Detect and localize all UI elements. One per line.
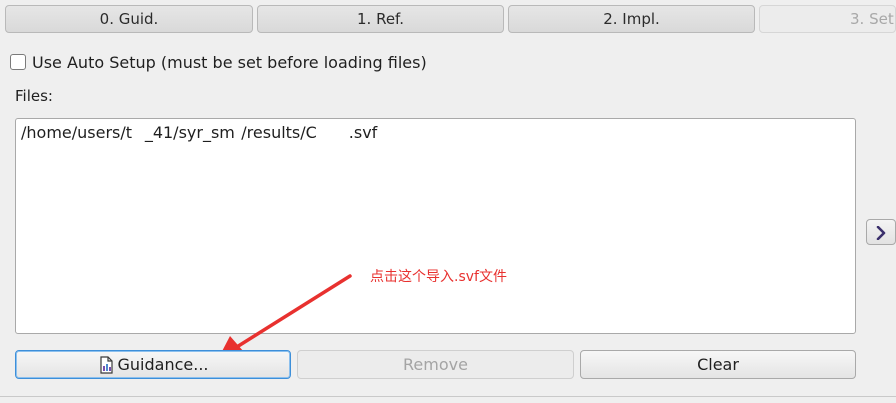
chevron-right-icon [876, 226, 886, 240]
files-label: Files: [15, 87, 53, 105]
auto-setup-panel: 0. Guid. 1. Ref. 2. Impl. 3. Set Use Aut… [0, 0, 896, 403]
tab-reference[interactable]: 1. Ref. [257, 5, 504, 33]
remove-button[interactable]: Remove [297, 350, 574, 379]
auto-setup-label[interactable]: Use Auto Setup (must be set before loadi… [32, 53, 427, 72]
remove-button-label: Remove [403, 355, 468, 374]
clear-button-label: Clear [697, 355, 739, 374]
guidance-button[interactable]: Guidance... [15, 350, 291, 379]
tab-guidance[interactable]: 0. Guid. [5, 5, 253, 33]
clear-button[interactable]: Clear [580, 350, 856, 379]
auto-setup-row: Use Auto Setup (must be set before loadi… [10, 52, 427, 72]
bottom-divider [0, 396, 896, 397]
file-list[interactable]: /home/users/t _41/syr_sm /results/C .svf [15, 118, 856, 334]
document-chart-icon [98, 355, 114, 374]
next-panel-button[interactable] [866, 219, 896, 245]
annotation-text: 点击这个导入.svf文件 [370, 269, 507, 285]
tab-implementation[interactable]: 2. Impl. [508, 5, 755, 33]
tab-setup[interactable]: 3. Set [759, 5, 896, 33]
file-list-item[interactable]: /home/users/t _41/syr_sm /results/C .svf [21, 123, 377, 142]
guidance-button-label: Guidance... [117, 355, 209, 374]
auto-setup-checkbox[interactable] [10, 54, 26, 70]
